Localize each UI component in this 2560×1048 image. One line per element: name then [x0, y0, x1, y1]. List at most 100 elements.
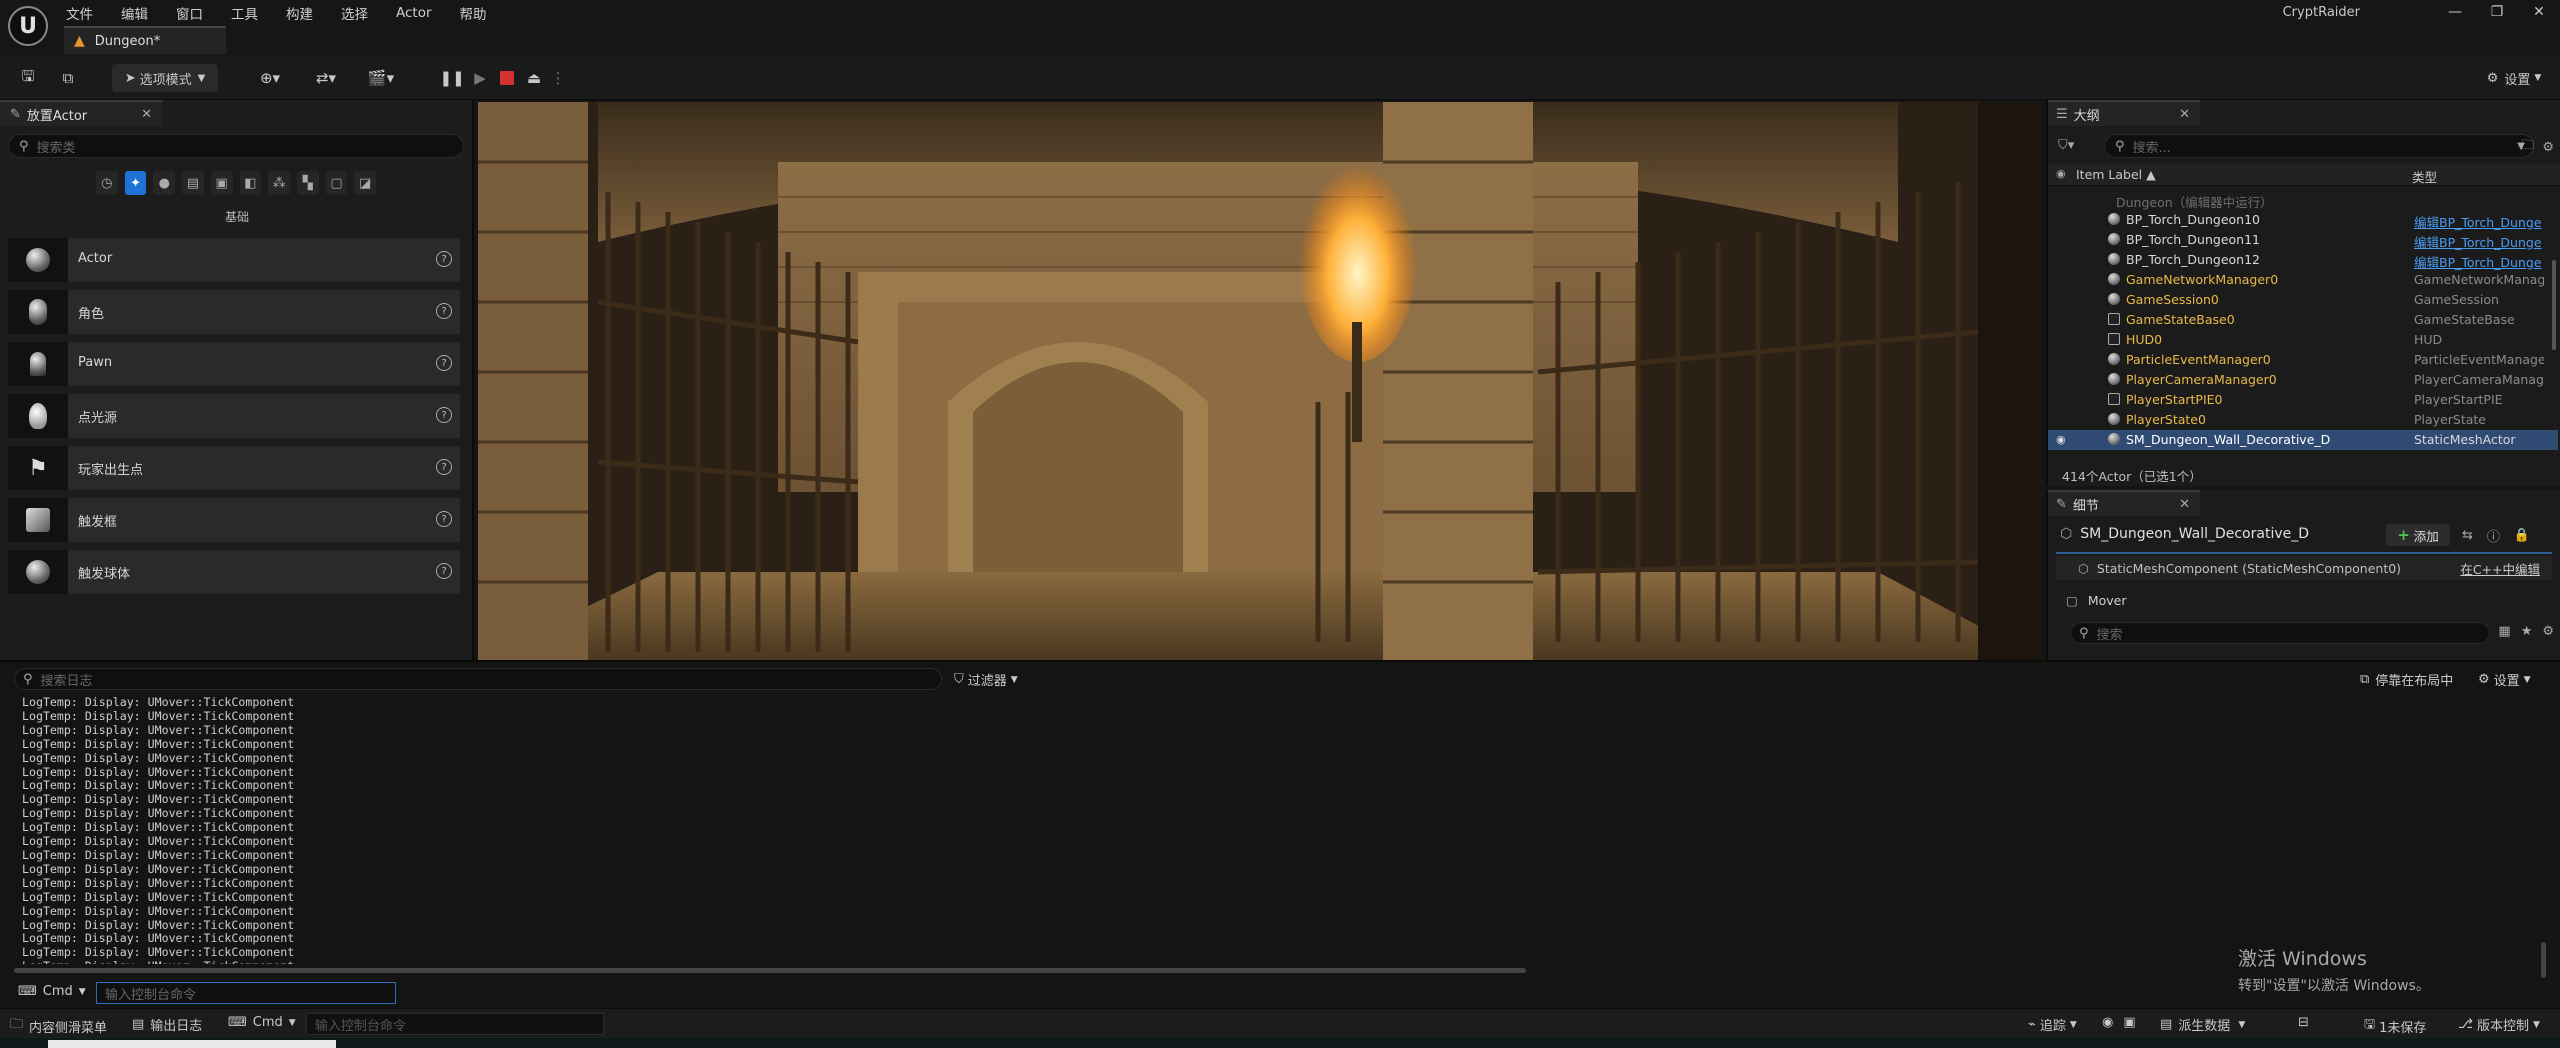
outliner-row[interactable]: GameNetworkManager0 GameNetworkManager [2048, 270, 2558, 290]
grid-icon[interactable]: ▦ [2498, 624, 2510, 639]
place-item-pawn[interactable]: Pawn ? [8, 342, 460, 386]
output-log-button[interactable]: ▤ 输出日志 [132, 1015, 202, 1034]
save-icon[interactable]: 🖫 [16, 64, 40, 92]
lights-category-icon[interactable]: ● [153, 171, 176, 195]
visibility-icon[interactable]: ◉ [2056, 433, 2066, 446]
resume-icon[interactable]: ▶ [468, 64, 492, 92]
mode-select-button[interactable]: ➤ 选项模式 ▼ [112, 64, 218, 92]
outliner-row[interactable]: PlayerStartPIE0 PlayerStartPIE [2048, 390, 2558, 410]
recent-category-icon[interactable]: ◷ [96, 171, 118, 195]
help-icon[interactable]: ? [436, 511, 452, 527]
outliner-tab[interactable]: ☰ 大纲 ✕ [2048, 100, 2200, 126]
volumes-category-icon[interactable]: ⁂ [268, 171, 290, 195]
visual-effects-category-icon[interactable]: ◧ [239, 171, 262, 195]
memory-icon[interactable]: ▣ [2123, 1015, 2135, 1030]
gear-icon[interactable]: ⚙ [2542, 140, 2554, 155]
row-type-link[interactable]: 编辑BP_Torch_Dunge [2414, 252, 2544, 271]
unsaved-button[interactable]: 🖫 1未保存 [2364, 1015, 2426, 1037]
help-icon[interactable]: ? [436, 251, 452, 267]
close-icon[interactable]: ✕ [141, 107, 152, 122]
row-type-link[interactable]: 编辑BP_Torch_Dunge [2414, 232, 2544, 251]
gear-icon[interactable]: ⚙ [2542, 624, 2554, 639]
geometry-category-icon[interactable]: ▚ [296, 171, 319, 195]
console-command-input[interactable]: 输入控制台命令 [96, 982, 396, 1004]
menu-file[interactable]: 文件 [66, 3, 107, 23]
menu-build[interactable]: 构建 [286, 3, 327, 23]
level-viewport[interactable] [478, 102, 2042, 660]
cinematics-icon[interactable]: 🎬▾ [362, 64, 400, 92]
lock-icon[interactable]: 🔒 [2514, 528, 2530, 543]
dock-in-layout-button[interactable]: ⧉ 停靠在布局中 [2360, 670, 2453, 689]
source-control-button[interactable]: ⎇ 版本控制 ▼ [2458, 1015, 2540, 1034]
component-row[interactable]: ⬡ StaticMeshComponent (StaticMeshCompone… [2056, 556, 2552, 580]
help-icon[interactable]: ? [436, 355, 452, 371]
star-icon[interactable]: ★ [2521, 624, 2533, 639]
edit-in-cpp-link[interactable]: 在C++中编辑 [2460, 559, 2540, 578]
place-item-point-light[interactable]: 点光源 ? [8, 394, 460, 438]
level-tab[interactable]: ▲ Dungeon* [64, 26, 226, 54]
filter-icon[interactable]: ⛉▾ [2058, 134, 2088, 156]
restore-icon[interactable]: ❐ [2476, 4, 2518, 20]
outliner-row-selected[interactable]: ◉ SM_Dungeon_Wall_Decorative_D StaticMes… [2048, 430, 2558, 450]
menu-actor[interactable]: Actor [396, 5, 446, 21]
outliner-row[interactable]: BP_Torch_Dungeon12 编辑BP_Torch_Dunge [2048, 250, 2558, 270]
blueprint-icon[interactable]: ⇄▾ [308, 64, 344, 92]
settings-button[interactable]: ⚙ 设置 ▼ [2476, 64, 2552, 92]
new-folder-icon[interactable]: 🗀 [2521, 136, 2534, 158]
cmd-selector-status[interactable]: ⌨ Cmd ▼ [228, 1015, 296, 1030]
outliner-row[interactable]: PlayerCameraManager0 PlayerCameraManage [2048, 370, 2558, 390]
menu-help[interactable]: 帮助 [460, 3, 501, 23]
outliner-row[interactable]: GameSession0 GameSession [2048, 290, 2558, 310]
place-item-trigger-box[interactable]: 触发框 ? [8, 498, 460, 542]
column-type[interactable]: 类型 [2412, 167, 2437, 186]
record-icon[interactable]: ◉ [2102, 1015, 2113, 1030]
log-filter-button[interactable]: ⛉ 过滤器 ▼ [954, 670, 1018, 689]
mover-component-row[interactable]: ▢ Mover [2056, 588, 2552, 612]
visibility-icon[interactable]: ◉ [2056, 167, 2066, 180]
browse-icon[interactable]: ⧉ [56, 64, 80, 92]
content-drawer-button[interactable]: 🗀 内容侧滑菜单 [10, 1015, 107, 1037]
menu-window[interactable]: 窗口 [176, 3, 217, 23]
place-actors-tab[interactable]: ✎ 放置Actor ✕ [0, 100, 162, 126]
stop-icon[interactable] [496, 64, 518, 92]
menu-tools[interactable]: 工具 [231, 3, 272, 23]
place-item-trigger-sphere[interactable]: 触发球体 ? [8, 550, 460, 594]
tools-category-icon[interactable]: ◪ [354, 171, 377, 195]
place-item-player-start[interactable]: ⚑ 玩家出生点 ? [8, 446, 460, 490]
pause-icon[interactable]: ❚❚ [439, 64, 464, 92]
place-item-actor[interactable]: Actor ? [8, 238, 460, 282]
shapes-category-icon[interactable]: ▤ [182, 171, 204, 195]
column-item-label[interactable]: Item Label ▲ [2076, 167, 2156, 182]
outliner-row[interactable]: BP_Torch_Dungeon10 编辑BP_Torch_Dunge [2048, 210, 2558, 230]
details-search-input[interactable]: ⚲ 搜索 [2070, 622, 2490, 644]
log-search-input[interactable]: ⚲ 搜索日志 [14, 668, 942, 690]
help-icon[interactable]: ⓘ [2487, 526, 2500, 545]
cmd-selector[interactable]: ⌨ Cmd ▼ [18, 984, 86, 999]
all-classes-category-icon[interactable]: ▢ [325, 171, 348, 195]
outliner-row[interactable]: HUD0 HUD [2048, 330, 2558, 350]
menu-edit[interactable]: 编辑 [121, 3, 162, 23]
minimize-icon[interactable]: — [2434, 4, 2476, 20]
class-search-input[interactable]: ⚲ 搜索类 [8, 134, 464, 158]
more-options-icon[interactable]: ⋮ [551, 64, 566, 92]
log-vertical-scrollbar[interactable] [2541, 942, 2546, 978]
help-icon[interactable]: ? [436, 407, 452, 423]
close-icon[interactable]: ✕ [2179, 107, 2190, 122]
status-console-input[interactable]: 输入控制台命令 [306, 1013, 604, 1035]
cinematic-category-icon[interactable]: ▣ [210, 171, 233, 195]
help-icon[interactable]: ? [436, 563, 452, 579]
help-icon[interactable]: ? [436, 459, 452, 475]
place-item-character[interactable]: 角色 ? [8, 290, 460, 334]
outliner-row[interactable]: PlayerState0 PlayerState [2048, 410, 2558, 430]
outliner-row[interactable]: GameStateBase0 GameStateBase [2048, 310, 2558, 330]
basic-category-icon[interactable]: ✦ [124, 171, 147, 195]
add-actor-icon[interactable]: ⊕▾ [252, 64, 288, 92]
outliner-scrollbar[interactable] [2552, 260, 2556, 350]
outliner-row-world[interactable]: Dungeon（编辑器中运行） [2048, 190, 2558, 210]
outliner-row[interactable]: ParticleEventManager0 ParticleEventManag… [2048, 350, 2558, 370]
details-tab[interactable]: ✎ 细节 ✕ [2048, 490, 2200, 516]
outliner-row[interactable]: BP_Torch_Dungeon11 编辑BP_Torch_Dunge [2048, 230, 2558, 250]
derived-data-button[interactable]: ▤ 派生数据 ▼ [2160, 1015, 2245, 1034]
trace-button[interactable]: ⌁ 追踪 ▼ [2028, 1015, 2077, 1034]
log-horizontal-scrollbar[interactable] [14, 968, 1526, 973]
